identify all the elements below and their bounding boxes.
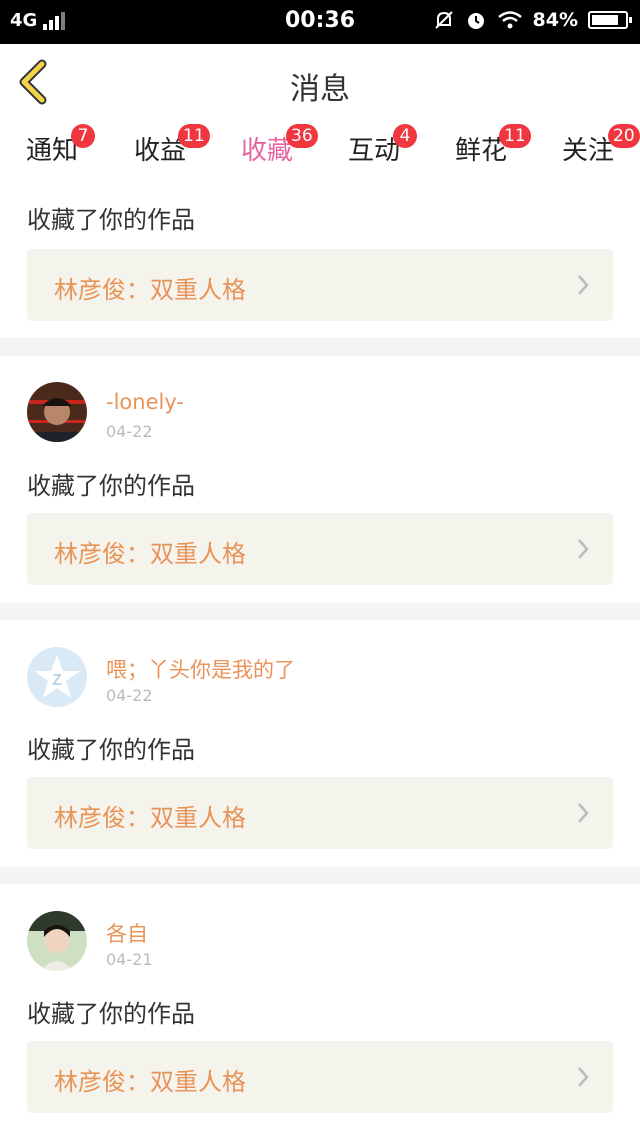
avatar[interactable]	[27, 911, 87, 971]
date: 04-22	[106, 422, 153, 441]
default-avatar-icon: Z	[27, 647, 87, 707]
message-card: 各自 04-21 收藏了你的作品 林彦俊：双重人格	[0, 884, 640, 1138]
message-card: Z 喂；丫头你是我的了 04-22 收藏了你的作品 林彦俊：双重人格	[0, 620, 640, 867]
action-text: 收藏了你的作品	[27, 472, 195, 500]
tab-favorites[interactable]: 收藏 36	[241, 124, 318, 184]
chevron-right-icon	[578, 1067, 589, 1087]
avatar[interactable]	[27, 382, 87, 442]
svg-text:Z: Z	[52, 672, 62, 689]
work-link[interactable]: 林彦俊：双重人格	[27, 249, 613, 321]
tab-interaction[interactable]: 互动 4	[348, 124, 417, 167]
date: 04-21	[106, 950, 153, 969]
alarm-icon	[467, 13, 484, 29]
message-card: 收藏了你的作品 林彦俊：双重人格	[0, 178, 640, 338]
tab-bar: 通知 7 收益 11 收藏 36 互动 4 鲜花 11 关注 20	[0, 120, 640, 184]
tab-flowers[interactable]: 鲜花 11	[455, 124, 531, 167]
chevron-right-icon	[578, 539, 589, 559]
work-link[interactable]: 林彦俊：双重人格	[27, 777, 613, 849]
work-link[interactable]: 林彦俊：双重人格	[27, 513, 613, 585]
message-card: -lonely- 04-22 收藏了你的作品 林彦俊：双重人格	[0, 356, 640, 603]
date: 04-22	[106, 686, 153, 705]
tab-label: 收藏	[241, 136, 294, 166]
username[interactable]: 各自	[106, 918, 148, 948]
chevron-right-icon	[578, 803, 589, 823]
mute-bell-icon	[434, 11, 453, 29]
tab-badge: 20	[608, 124, 640, 148]
username[interactable]: -lonely-	[106, 390, 184, 414]
user-photo	[27, 382, 87, 442]
work-title: 林彦俊：双重人格	[54, 276, 246, 304]
username[interactable]: 喂；丫头你是我的了	[106, 654, 295, 684]
tab-earnings[interactable]: 收益 11	[134, 124, 210, 167]
tab-badge: 11	[178, 124, 210, 148]
work-title: 林彦俊：双重人格	[54, 1068, 246, 1096]
page-title: 消息	[290, 72, 350, 107]
tab-badge: 11	[499, 124, 531, 148]
avatar[interactable]: Z	[27, 647, 87, 707]
status-bar: 4G 00:36 84%	[0, 0, 640, 44]
tab-badge: 4	[393, 124, 417, 148]
tab-follow[interactable]: 关注 20	[562, 124, 640, 167]
tab-label: 互动	[348, 136, 401, 166]
status-icons: 84%	[433, 9, 632, 31]
battery-percent: 84%	[532, 9, 578, 31]
chevron-right-icon	[578, 275, 589, 295]
tab-badge: 7	[71, 124, 95, 148]
tab-label: 通知	[26, 136, 79, 166]
wifi-icon	[497, 11, 522, 29]
tab-notice[interactable]: 通知 7	[26, 124, 95, 167]
action-text: 收藏了你的作品	[27, 206, 195, 234]
battery-icon	[588, 11, 632, 29]
work-link[interactable]: 林彦俊：双重人格	[27, 1041, 613, 1113]
user-photo	[27, 911, 87, 971]
work-title: 林彦俊：双重人格	[54, 804, 246, 832]
nav-header: 消息	[0, 44, 640, 121]
tab-badge: 36	[286, 124, 318, 148]
work-title: 林彦俊：双重人格	[54, 540, 246, 568]
action-text: 收藏了你的作品	[27, 736, 195, 764]
tab-label: 关注	[562, 136, 615, 166]
action-text: 收藏了你的作品	[27, 1000, 195, 1028]
